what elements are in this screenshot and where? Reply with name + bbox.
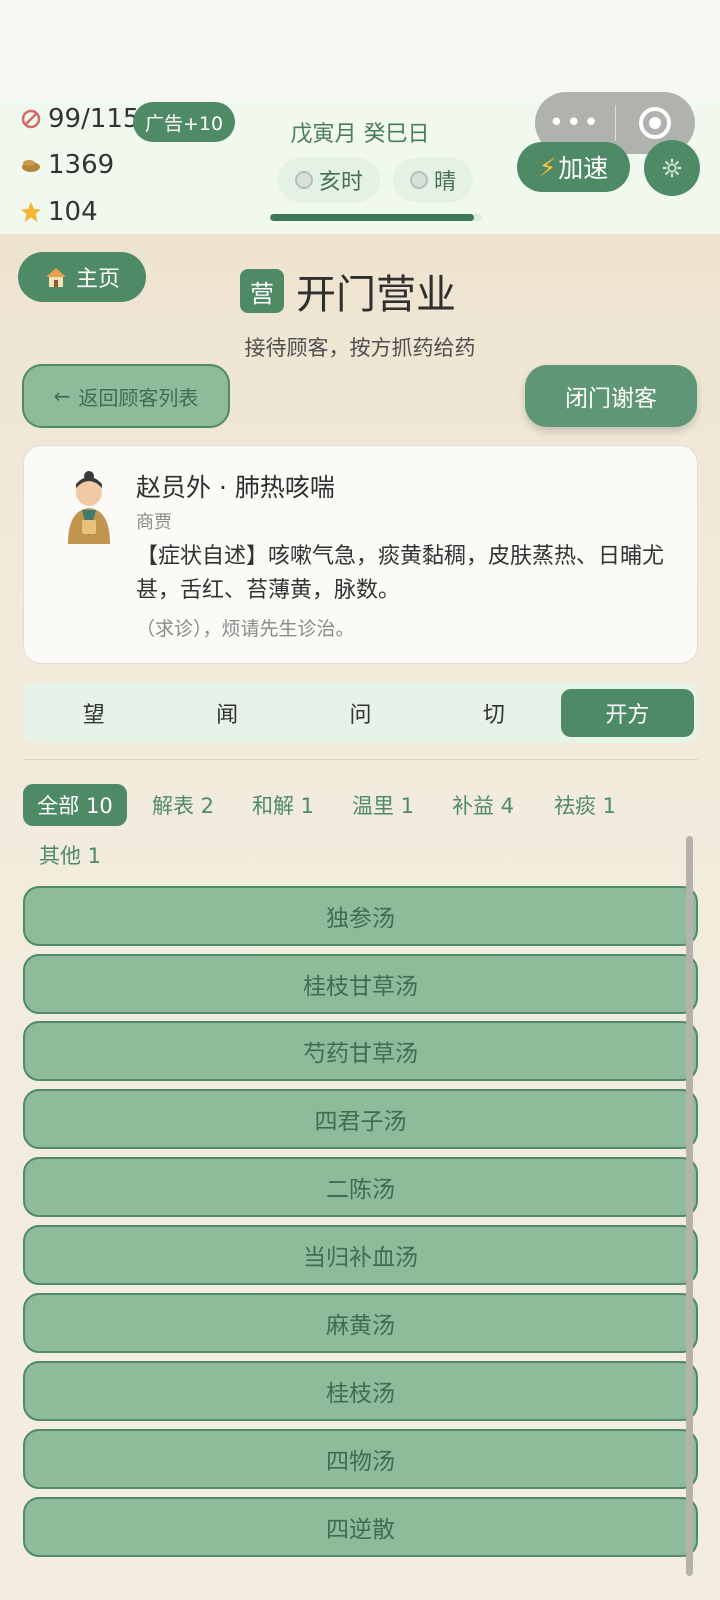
more-menu-icon[interactable]: ••• [535,108,615,138]
page-title: 开门营业 [296,272,456,318]
page-subtitle: 接待顾客，按方抓药给药 [244,336,476,360]
back-label: 返回顾客列表 [78,385,199,410]
prescription-item[interactable]: 独参汤 [23,886,698,946]
close-miniprogram-icon[interactable] [616,107,696,139]
home-label: 主页 [75,267,120,292]
tab-prescribe[interactable]: 开方 [560,689,695,737]
list-scrollbar[interactable] [686,836,693,1576]
tab-observe[interactable]: 望 [27,689,160,737]
settings-button[interactable] [644,140,700,196]
coin-icon [22,160,40,172]
coin-counter: 1369 [20,150,114,180]
tab-inquire[interactable]: 问 [294,689,427,737]
ad-bonus-button[interactable]: 广告+10 [133,102,235,142]
time-pill: 亥时 [278,158,380,202]
category-other[interactable]: 其他 1 [28,834,112,876]
star-value: 104 [48,197,98,227]
prescription-item[interactable]: 芍药甘草汤 [23,1021,698,1081]
tab-listen-smell[interactable]: 闻 [160,689,293,737]
patient-card: 赵员外 · 肺热咳喘 商贾 【症状自述】咳嗽气急，痰黄黏稠，皮肤蒸热、日晡尤甚，… [23,445,698,664]
patient-name: 赵员外 · 肺热咳喘 [136,473,335,502]
energy-icon [21,109,41,129]
section-divider [23,759,698,760]
status-bar-area [0,0,720,100]
energy-value: 99/115 [48,104,140,134]
category-jiebiao[interactable]: 解表 2 [141,784,225,826]
patient-symptoms: 【症状自述】咳嗽气急，痰黄黏稠，皮肤蒸热、日晡尤甚，舌红、苔薄黄，脉数。 [136,544,665,603]
house-icon [45,268,66,287]
speed-up-button[interactable]: ⚡ 加速 [517,142,630,192]
category-qutan[interactable]: 祛痰 1 [543,784,627,826]
category-hejie[interactable]: 和解 1 [241,784,325,826]
energy-counter: 99/115 [20,104,139,134]
category-all[interactable]: 全部 10 [23,784,127,826]
prescription-item[interactable]: 麻黄汤 [23,1293,698,1353]
patient-request: （求诊），烦请先生诊治。 [136,618,355,640]
patient-occupation: 商贾 [136,512,172,533]
prescription-item[interactable]: 二陈汤 [23,1157,698,1217]
home-button[interactable]: 主页 [18,252,146,302]
prescription-item[interactable]: 四逆散 [23,1497,698,1557]
day-progress-fill [270,214,474,221]
category-buyi[interactable]: 补益 4 [441,784,525,826]
day-progress-bar [270,214,482,221]
weather-label: 晴 [433,170,456,195]
title-badge: 营 [240,269,284,313]
prescription-item[interactable]: 桂枝汤 [23,1361,698,1421]
time-label: 亥时 [318,170,363,195]
prescription-item[interactable]: 四君子汤 [23,1089,698,1149]
prescription-item[interactable]: 桂枝甘草汤 [23,954,698,1014]
weather-pill: 晴 [393,158,473,202]
weather-icon [409,171,428,189]
patient-avatar [68,471,110,544]
star-icon [21,202,41,222]
close-shop-button[interactable]: 闭门谢客 [525,365,697,427]
lightning-icon: ⚡ [538,152,557,182]
diagnosis-tabs: 望 闻 问 切 开方 [23,683,698,743]
gear-icon [662,158,682,178]
prescription-item[interactable]: 当归补血汤 [23,1225,698,1285]
arrow-left-icon: ← [53,384,71,408]
prescription-item[interactable]: 四物汤 [23,1429,698,1489]
category-wenli[interactable]: 温里 1 [341,784,425,826]
clock-icon [294,171,313,189]
page-header: 营 开门营业 [240,262,456,320]
coin-value: 1369 [48,150,115,180]
tab-pulse[interactable]: 切 [427,689,560,737]
game-date: 戊寅月 癸巳日 [290,122,430,147]
star-counter: 104 [20,197,98,227]
back-to-customer-list-button[interactable]: ← 返回顾客列表 [22,364,230,428]
speed-label: 加速 [558,154,609,183]
